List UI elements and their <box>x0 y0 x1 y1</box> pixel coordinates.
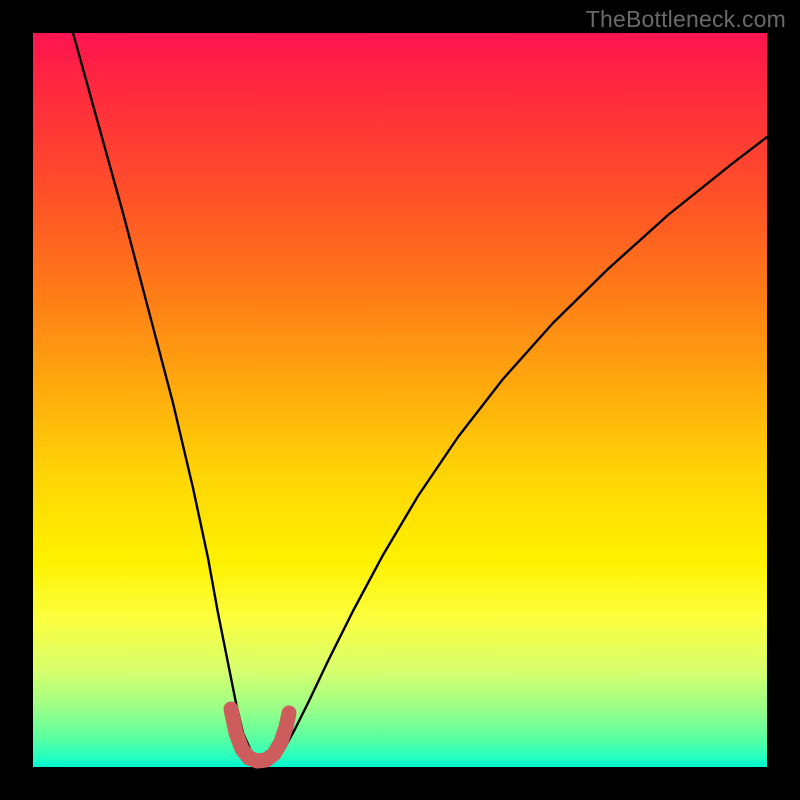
watermark-text: TheBottleneck.com <box>586 6 786 33</box>
optimal-marker <box>231 709 289 761</box>
bottleneck-curve <box>73 33 767 759</box>
chart-frame: TheBottleneck.com <box>0 0 800 800</box>
curve-layer <box>33 33 767 767</box>
plot-area <box>33 33 767 767</box>
